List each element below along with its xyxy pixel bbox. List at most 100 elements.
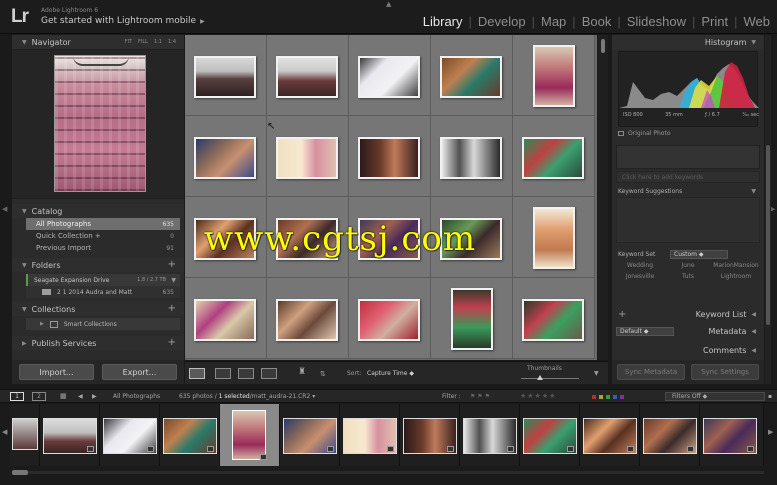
grid-cell[interactable] (267, 278, 349, 359)
grid-cell[interactable] (267, 35, 349, 116)
comments-header[interactable]: Comments ◀ (612, 343, 764, 357)
grid-cell[interactable] (267, 116, 349, 197)
photo-thumbnail[interactable] (194, 137, 256, 179)
filmstrip-cell[interactable] (10, 404, 40, 466)
loupe-view-icon[interactable] (215, 368, 231, 379)
grid-cell[interactable] (185, 116, 267, 197)
photo-thumbnail[interactable] (358, 137, 420, 179)
folders-header[interactable]: ▼ Folders + (12, 258, 184, 272)
module-book[interactable]: Book (582, 14, 612, 29)
sync-metadata-button[interactable]: Sync Metadata (617, 364, 685, 380)
filmstrip-cell[interactable] (580, 404, 640, 466)
keyword-tags-box[interactable] (616, 145, 760, 169)
survey-view-icon[interactable] (261, 368, 277, 379)
keyword-set-item[interactable]: Jonesville (616, 273, 664, 280)
grid-view-icon[interactable] (189, 368, 205, 379)
module-map[interactable]: Map (541, 14, 566, 29)
sort-dropdown[interactable]: Capture Time ◆ (367, 370, 414, 377)
grid-cell[interactable] (185, 278, 267, 359)
keyword-set-item[interactable]: Lightroom (712, 273, 760, 280)
grid-cell[interactable] (513, 35, 595, 116)
photo-thumbnail[interactable] (358, 299, 420, 341)
catalog-header[interactable]: ▼ Catalog (12, 204, 184, 218)
star-rating-filter[interactable]: ★★★★★ (520, 392, 556, 400)
color-label-filter[interactable] (592, 395, 624, 399)
filmstrip[interactable]: ◀ ▶ (0, 404, 777, 485)
navigator-preview[interactable] (12, 49, 184, 199)
zoom-1-4[interactable]: 1:4 (168, 39, 176, 45)
collections-header[interactable]: ▼ Collections + (12, 302, 184, 316)
catalog-quick-collection[interactable]: Quick Collection +0 (12, 230, 184, 242)
photo-thumbnail[interactable] (522, 137, 584, 179)
filmstrip-cell[interactable] (100, 404, 160, 466)
catalog-previous-import[interactable]: Previous Import 91 (12, 242, 184, 254)
filmstrip-scroll-track[interactable] (12, 471, 764, 474)
collapse-top-arrow-icon[interactable]: ▲ (386, 0, 391, 8)
zoom-fit[interactable]: FIT (125, 39, 132, 45)
grid-cell[interactable] (431, 116, 513, 197)
filmstrip-cell[interactable] (40, 404, 100, 466)
add-folder-plus-icon[interactable]: + (168, 259, 176, 270)
module-develop[interactable]: Develop (478, 14, 526, 29)
keyword-set-item[interactable]: MarionMansion (712, 262, 760, 269)
photo-thumbnail[interactable] (451, 288, 493, 350)
histogram-header[interactable]: Histogram ▼ (612, 35, 764, 49)
grid-cell[interactable] (431, 278, 513, 359)
photo-thumbnail[interactable] (276, 137, 338, 179)
photo-thumbnail[interactable] (522, 299, 584, 341)
photo-thumbnail[interactable] (276, 56, 338, 98)
filmstrip-cell[interactable] (400, 404, 460, 466)
keyword-set-select[interactable]: Custom ◆ (670, 249, 728, 259)
filmstrip-cell[interactable] (280, 404, 340, 466)
grid-cell[interactable] (185, 35, 267, 116)
sync-settings-button[interactable]: Sync Settings (691, 364, 759, 380)
filmstrip-cell-selected[interactable] (220, 404, 280, 466)
folder-item[interactable]: 2 1 2014 Audra and Matt 635 (26, 286, 180, 298)
filmstrip-cell[interactable] (640, 404, 700, 466)
grid-cell[interactable] (513, 116, 595, 197)
publish-services-header[interactable]: ▶ Publish Services + (12, 336, 184, 350)
filmstrip-source[interactable]: All Photographs (113, 393, 160, 400)
filters-dropdown[interactable]: Filters Off ◆ (665, 392, 765, 401)
keywords-input[interactable]: Click here to add keywords (616, 171, 760, 183)
grid-cell[interactable] (349, 116, 431, 197)
keyword-set-item[interactable]: Wedding (616, 262, 664, 269)
grid-scroll-thumb[interactable] (601, 39, 605, 53)
right-panel-scrollbar[interactable] (765, 35, 771, 384)
thumbnail-size-slider[interactable] (521, 378, 579, 379)
grid-scrollbar[interactable] (598, 35, 608, 360)
filmstrip-cell[interactable] (700, 404, 764, 466)
filmstrip-left-arrow-icon[interactable]: ◀ (2, 428, 7, 436)
smart-collections-item[interactable]: ▶ Smart Collections (26, 318, 180, 330)
right-panel-scroll-thumb[interactable] (766, 145, 770, 325)
navigator-header[interactable]: ▼ Navigator FIT FILL 1:1 1:4 (12, 35, 184, 49)
compare-view-icon[interactable] (238, 368, 254, 379)
photo-thumbnail[interactable] (358, 56, 420, 98)
zoom-1-1[interactable]: 1:1 (154, 39, 162, 45)
import-button[interactable]: Import... (19, 364, 94, 380)
module-print[interactable]: Print (701, 14, 728, 29)
thumbnail-slider-knob[interactable] (537, 375, 543, 380)
catalog-all-photographs[interactable]: All Photographs 635 (26, 218, 180, 230)
toolbar-menu-chevron-icon[interactable]: ▼ (594, 370, 599, 377)
photo-thumbnail[interactable] (194, 299, 256, 341)
photo-thumbnail[interactable] (194, 56, 256, 98)
sort-direction-icon[interactable]: ⇅ (320, 370, 326, 378)
original-photo-toggle[interactable]: Original Photo (618, 130, 671, 137)
keyword-suggestions-header[interactable]: Keyword Suggestions ▼ (612, 185, 764, 197)
module-library[interactable]: Library (423, 14, 463, 29)
filmstrip-scroll-thumb[interactable] (12, 470, 28, 475)
photo-thumbnail[interactable] (533, 45, 575, 107)
keyword-suggestions-area[interactable] (616, 197, 760, 243)
export-button[interactable]: Export... (102, 364, 177, 380)
keyword-list-header[interactable]: + Keyword List ◀ (612, 307, 764, 321)
navigator-image[interactable] (54, 55, 146, 192)
histogram[interactable]: ISO 800 35 mm ƒ / 6.7 ¹⁄₆₀ sec (618, 51, 759, 127)
add-collection-plus-icon[interactable]: + (168, 303, 176, 314)
keyword-set-item[interactable]: Tuts (664, 273, 712, 280)
mobile-link[interactable]: Get started with Lightroom mobile ▶ (41, 16, 205, 26)
photo-thumbnail[interactable] (533, 207, 575, 269)
zoom-fill[interactable]: FILL (138, 39, 148, 45)
metadata-preset-select[interactable]: Default ◆ (616, 326, 674, 336)
module-slideshow[interactable]: Slideshow (627, 14, 686, 29)
